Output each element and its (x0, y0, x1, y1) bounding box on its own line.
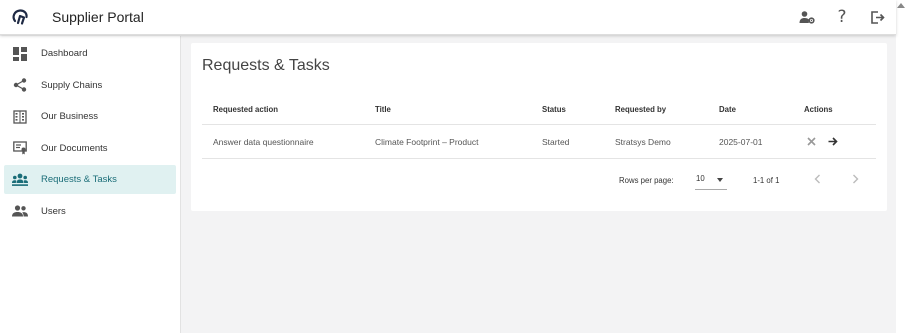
sidebar-item-label: Dashboard (41, 48, 88, 59)
rows-per-page-label: Rows per page: (619, 176, 674, 185)
app-title: Supplier Portal (52, 9, 144, 25)
next-page-button[interactable] (847, 171, 863, 187)
chevron-left-icon (814, 174, 820, 184)
sidebar-item-label: Supply Chains (41, 79, 103, 91)
share-icon (12, 77, 28, 93)
sidebar-item-requests-tasks[interactable]: Requests & Tasks (4, 165, 176, 194)
sidebar-item-label: Our Business (41, 111, 99, 122)
help-icon[interactable]: ? (833, 7, 851, 27)
logout-icon[interactable] (868, 8, 886, 26)
table-header: Requested action Title Status Requested … (202, 95, 876, 125)
requests-icon (12, 172, 28, 188)
scroll-up-arrow-icon[interactable] (897, 3, 905, 8)
app-logo-icon[interactable] (10, 7, 30, 27)
cell-requested-by: Stratsys Demo (615, 136, 671, 147)
page-title: Requests & Tasks (202, 57, 330, 74)
chevron-down-icon (717, 178, 723, 182)
chevron-right-icon (852, 174, 858, 184)
top-bar: Supplier Portal ? (0, 0, 896, 35)
dashboard-icon (12, 46, 28, 62)
header-actions: ? (781, 7, 886, 27)
rows-per-page-select[interactable]: 10 (695, 168, 727, 190)
requests-panel: Requests & Tasks Requested action Title … (191, 43, 887, 211)
sidebar: Dashboard Supply Chains Our Business Our… (0, 36, 181, 333)
pagination-range: 1-1 of 1 (753, 176, 780, 185)
building-icon (12, 109, 28, 125)
column-header-status[interactable]: Status (542, 95, 566, 124)
sidebar-item-our-business[interactable]: Our Business (4, 102, 176, 131)
cell-actions (804, 125, 848, 158)
sidebar-item-dashboard[interactable]: Dashboard (4, 39, 176, 68)
close-icon[interactable] (804, 135, 818, 149)
cell-requested-action: Answer data questionnaire (213, 136, 314, 147)
cell-title: Climate Footprint – Product (375, 136, 479, 147)
column-header-requested-action[interactable]: Requested action (213, 95, 278, 124)
documents-icon (12, 140, 28, 156)
column-header-actions: Actions (804, 105, 833, 114)
rows-per-page-value: 10 (696, 174, 705, 183)
sidebar-item-label: Requests & Tasks (41, 174, 117, 185)
sidebar-item-users[interactable]: Users (4, 197, 176, 226)
arrow-right-icon[interactable] (826, 135, 840, 149)
user-settings-icon[interactable] (798, 8, 816, 26)
page-scrollbar[interactable] (896, 0, 906, 333)
sidebar-item-supply-chains[interactable]: Supply Chains (4, 71, 176, 100)
sidebar-item-label: Users (41, 205, 66, 217)
pagination: Rows per page: 10 1-1 of 1 (191, 159, 887, 201)
column-header-title[interactable]: Title (375, 95, 391, 124)
sidebar-item-label: Our Documents (41, 142, 108, 154)
previous-page-button[interactable] (809, 171, 825, 187)
sidebar-item-our-documents[interactable]: Our Documents (4, 134, 176, 163)
table-row[interactable]: Answer data questionnaire Climate Footpr… (202, 125, 876, 159)
cell-date: 2025-07-01 (719, 136, 763, 147)
cell-status: Started (542, 136, 570, 147)
column-header-date[interactable]: Date (719, 95, 736, 124)
column-header-requested-by[interactable]: Requested by (615, 95, 666, 124)
users-icon (12, 203, 28, 219)
